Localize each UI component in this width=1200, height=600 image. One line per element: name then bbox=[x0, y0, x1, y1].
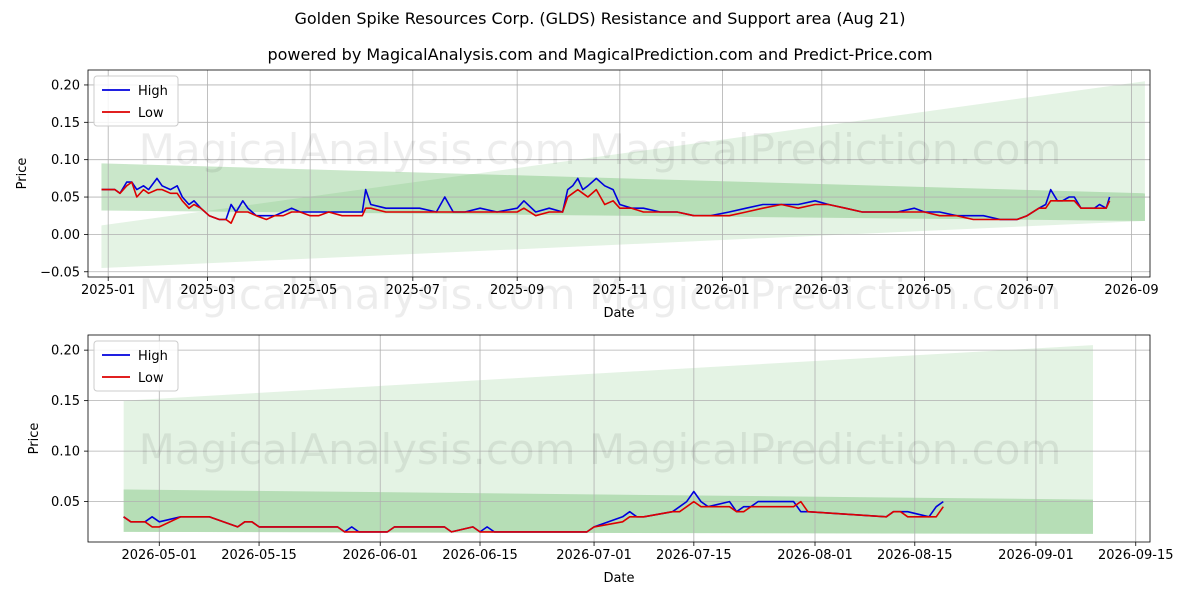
x-axis-label: Date bbox=[603, 306, 634, 321]
y-tick-label: −0.05 bbox=[40, 265, 80, 280]
legend-label-low: Low bbox=[138, 106, 164, 121]
y-tick-label: 0.15 bbox=[51, 116, 80, 131]
y-tick-label: 0.05 bbox=[51, 191, 80, 206]
y-tick-label: 0.20 bbox=[51, 78, 80, 93]
x-tick-label: 2026-09-15 bbox=[1098, 548, 1174, 563]
legend-label-high: High bbox=[138, 84, 168, 99]
x-tick-label: 2026-07 bbox=[1000, 283, 1054, 298]
x-tick-label: 2026-09-01 bbox=[998, 548, 1074, 563]
legend-label-high: High bbox=[138, 349, 168, 364]
x-tick-label: 2025-03 bbox=[180, 283, 234, 298]
chart-panel-1: 2025-01 2025-03 2025-05 2025-07 2025-09 2025-… bbox=[15, 69, 1159, 321]
x-tick-label: 2026-09 bbox=[1104, 283, 1158, 298]
x-tick-label: 2026-06-15 bbox=[442, 548, 518, 563]
y-tick-label: 0.10 bbox=[51, 153, 80, 168]
x-tick-label: 2025-09 bbox=[490, 283, 544, 298]
x-tick-label: 2026-07-15 bbox=[656, 548, 732, 563]
legend-label-low: Low bbox=[138, 371, 164, 386]
x-tick-label: 2025-05 bbox=[283, 283, 337, 298]
y-tick-label: 0.10 bbox=[51, 445, 80, 460]
x-tick-label: 2026-06-01 bbox=[342, 548, 418, 563]
y-tick-label: 0.15 bbox=[51, 394, 80, 409]
chart-canvas: 2025-01 2025-03 2025-05 2025-07 2025-09 2025-… bbox=[15, 69, 1174, 586]
y-tick-label: 0.05 bbox=[51, 495, 80, 510]
x-tick-label: 2026-08-15 bbox=[877, 548, 953, 563]
y-axis-label: Price bbox=[15, 158, 30, 190]
x-tick-label: 2025-07 bbox=[386, 283, 440, 298]
x-tick-label: 2025-11 bbox=[593, 283, 647, 298]
x-tick-label: 2026-03 bbox=[795, 283, 849, 298]
x-tick-label: 2026-08-01 bbox=[777, 548, 853, 563]
x-tick-label: 2025-01 bbox=[81, 283, 135, 298]
x-tick-label: 2026-05-15 bbox=[221, 548, 297, 563]
x-tick-label: 2026-05-01 bbox=[121, 548, 197, 563]
chart-panel-2: 2026-05-01 2026-05-15 2026-06-01 2026-06-15… bbox=[27, 334, 1174, 586]
y-axis-label: Price bbox=[27, 423, 42, 455]
y-tick-label: 0.20 bbox=[51, 344, 80, 359]
x-tick-label: 2026-05 bbox=[897, 283, 951, 298]
x-axis-label: Date bbox=[603, 571, 634, 586]
y-tick-label: 0.00 bbox=[51, 228, 80, 243]
x-tick-label: 2026-07-01 bbox=[556, 548, 632, 563]
x-tick-label: 2026-01 bbox=[695, 283, 749, 298]
